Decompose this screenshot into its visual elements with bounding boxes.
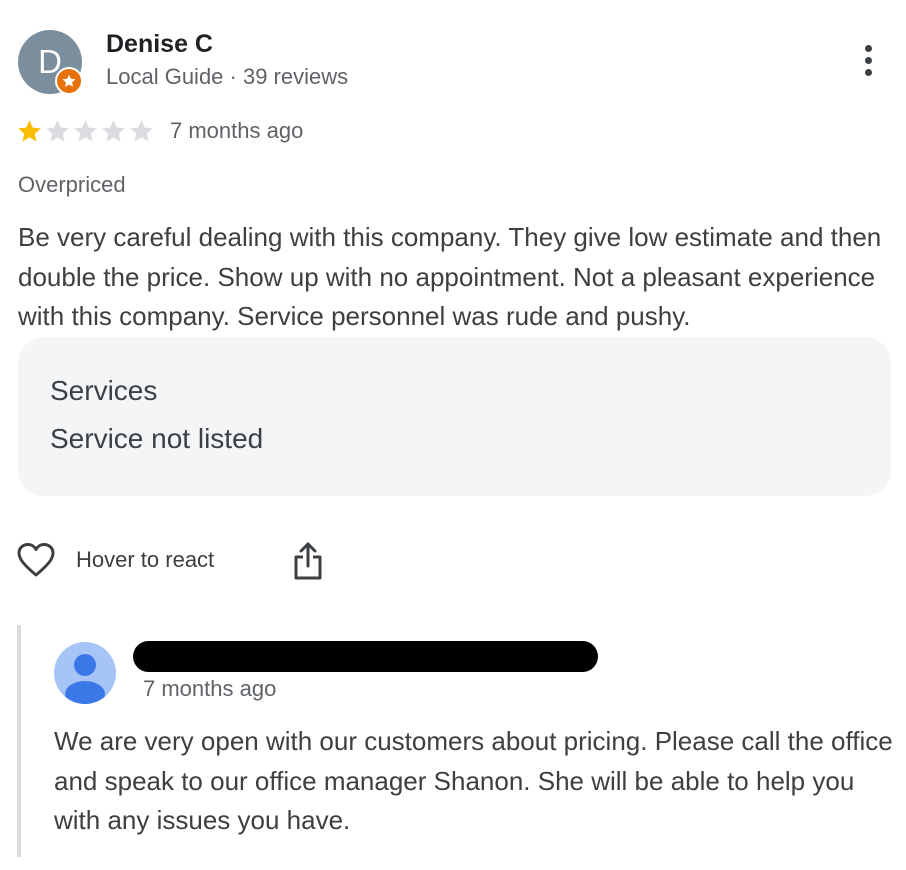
services-title: Services [50, 375, 158, 406]
review-card: D Denise C Local Guide · 39 reviews 7 mo… [0, 0, 906, 870]
review-date: 7 months ago [170, 118, 304, 143]
review-tag: Overpriced [18, 172, 126, 197]
react-button[interactable]: Hover to react [16, 540, 214, 580]
reviewer-meta[interactable]: Local Guide · 39 reviews [106, 64, 348, 90]
person-icon [65, 654, 105, 704]
more-options-button[interactable] [848, 40, 888, 80]
heart-outline-icon [17, 543, 55, 577]
owner-avatar [54, 642, 116, 704]
more-vert-icon-dot [864, 68, 872, 76]
response-date: 7 months ago [143, 676, 277, 701]
local-guide-star-icon [55, 67, 83, 95]
owner-name-redacted [133, 641, 598, 672]
review-text: Be very careful dealing with this compan… [18, 222, 882, 331]
services-value: Service not listed [50, 423, 264, 454]
star-empty-icon [130, 120, 153, 142]
reviewer-name[interactable]: Denise C [106, 30, 213, 59]
more-vert-icon-dot [864, 56, 872, 64]
star-rating [16, 118, 155, 145]
response-text: We are very open with our customers abou… [54, 726, 893, 835]
share-icon [294, 542, 322, 580]
more-vert-icon [864, 44, 872, 52]
star-empty-icon [46, 120, 69, 142]
share-button[interactable] [290, 540, 326, 582]
star-empty-icon [102, 120, 125, 142]
services-card: Services Service not listed [18, 337, 891, 496]
star-filled-icon [18, 120, 41, 142]
response-divider [17, 625, 21, 857]
react-label: Hover to react [76, 547, 215, 572]
star-empty-icon [74, 120, 97, 142]
